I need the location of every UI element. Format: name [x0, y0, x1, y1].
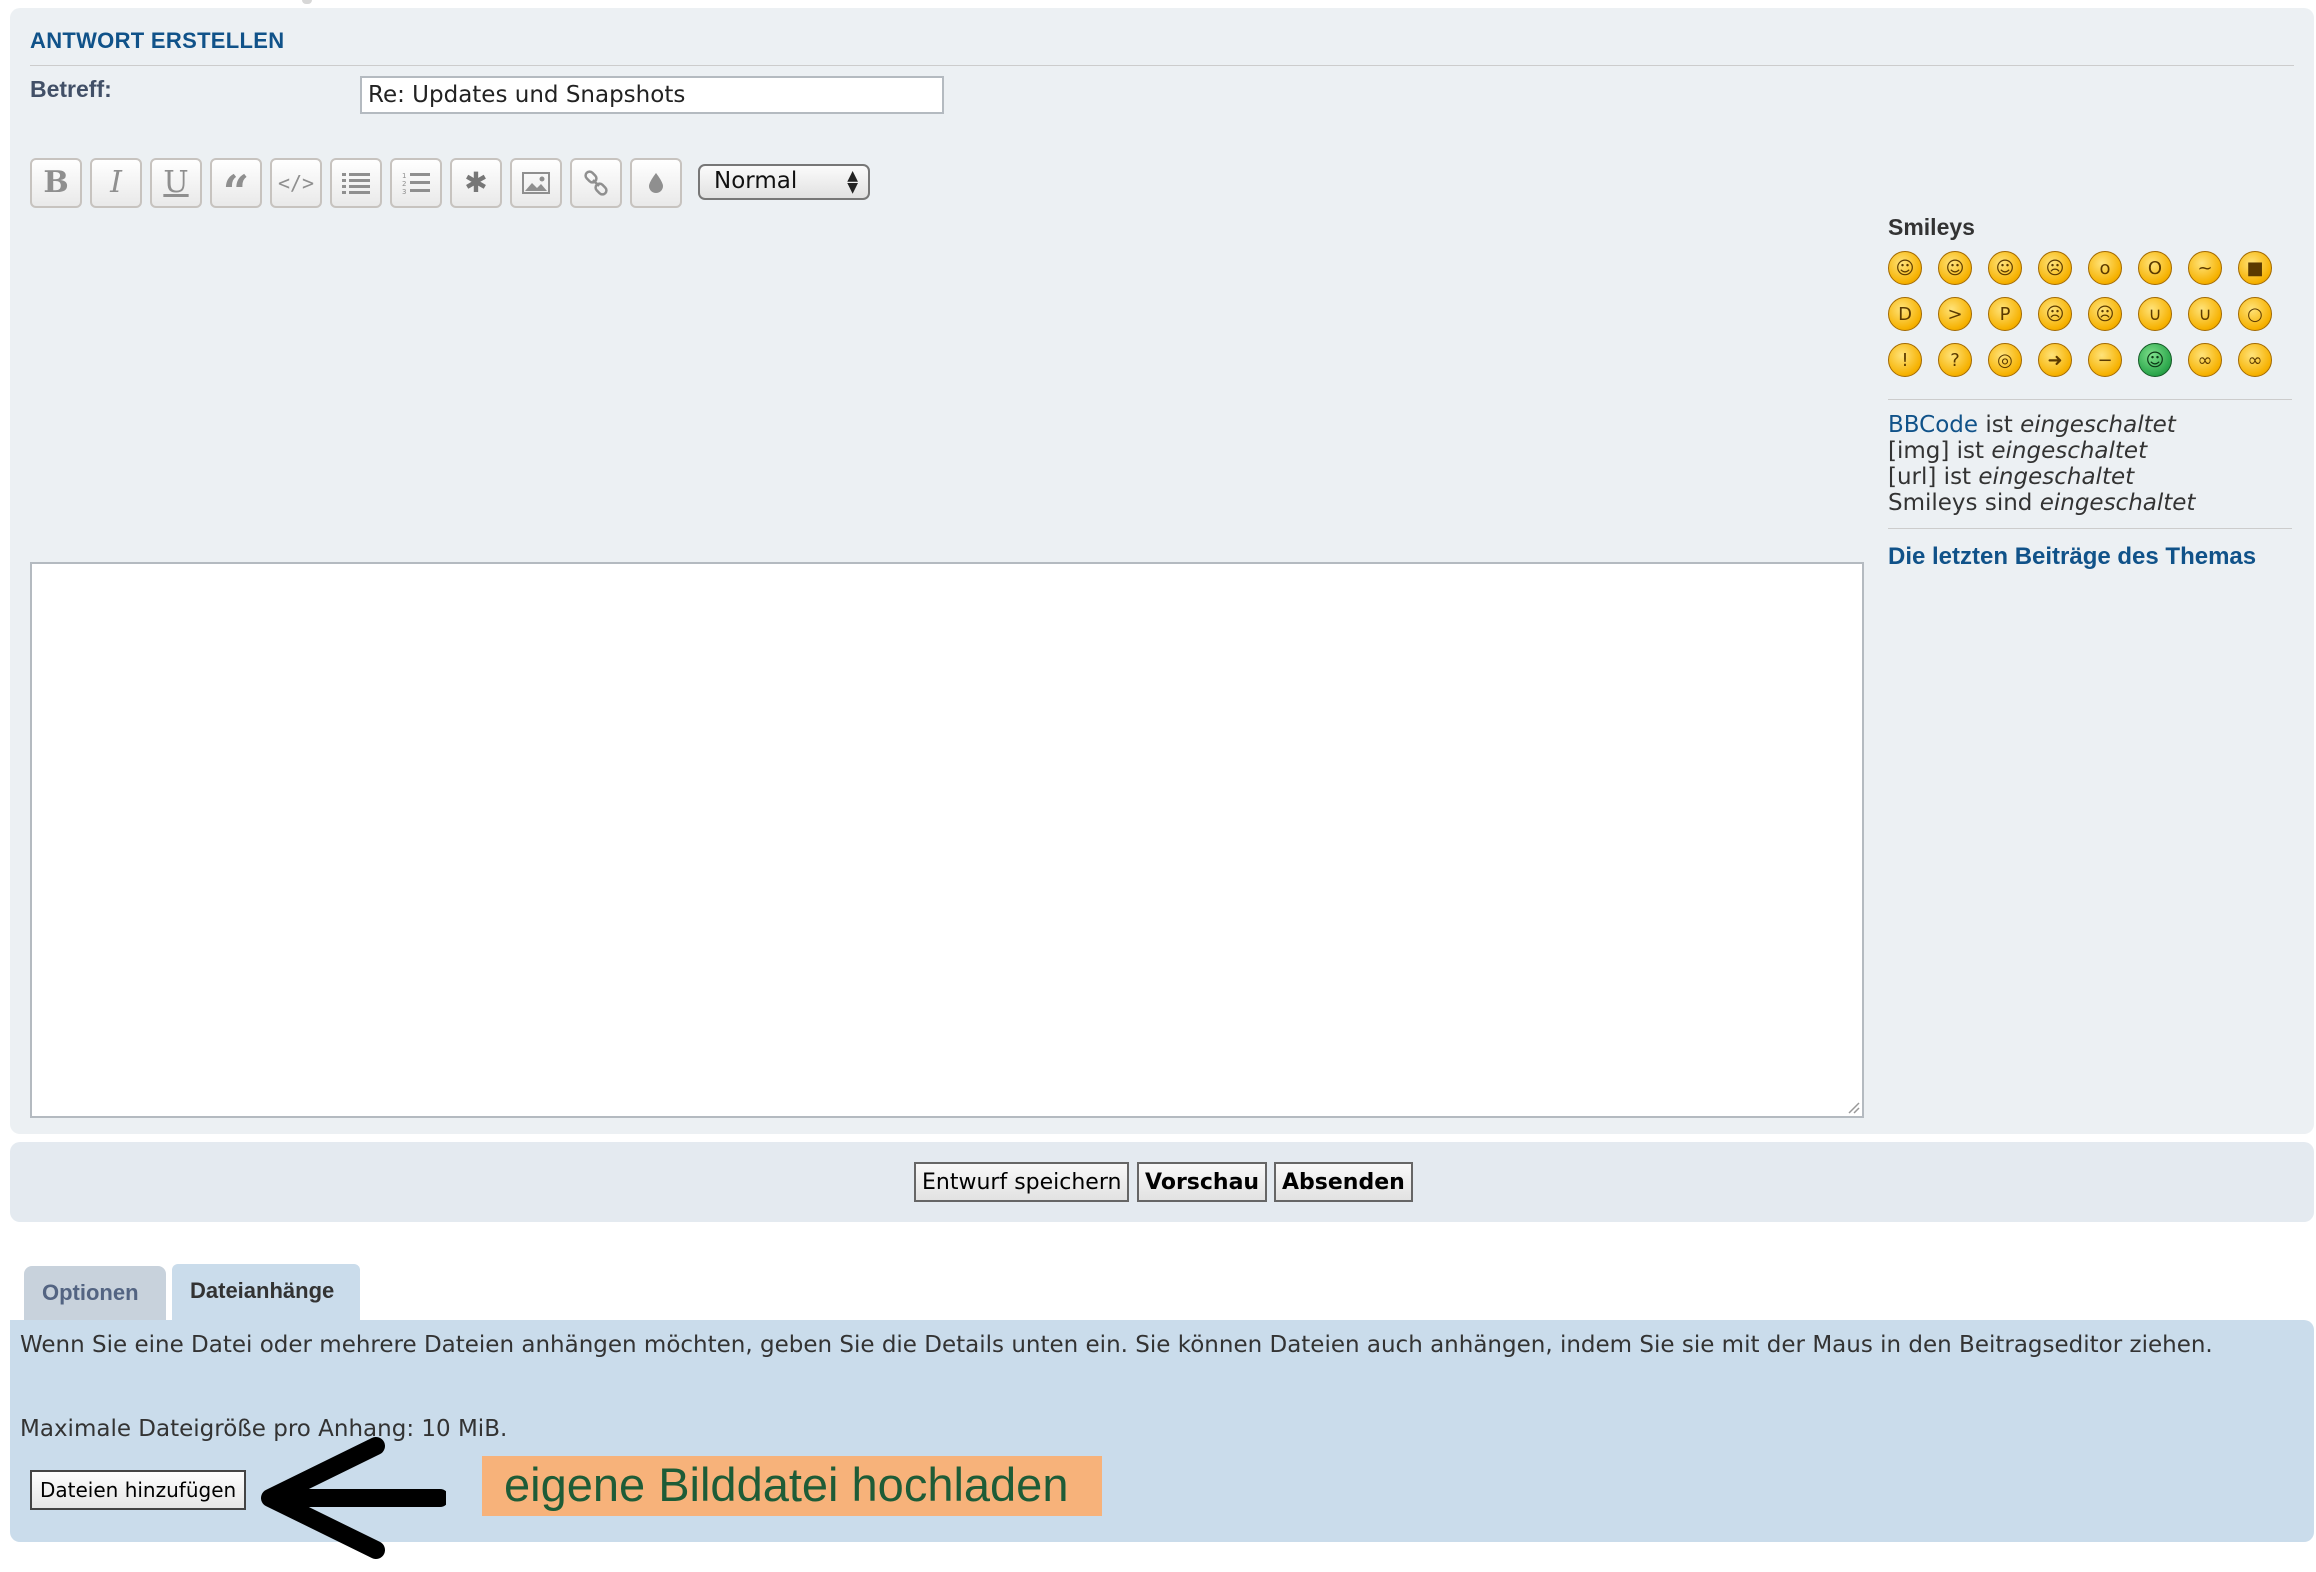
image-icon	[522, 172, 550, 194]
list-icon	[342, 173, 370, 194]
list-item-button[interactable]: ✱	[450, 158, 502, 208]
razz-icon[interactable]: P	[1988, 297, 2022, 331]
img-text: [img] ist	[1888, 438, 1992, 464]
smileys-title: Smileys	[1888, 214, 1975, 240]
img-state: eingeschaltet	[1991, 438, 2148, 464]
sidebar-divider	[1888, 399, 2292, 400]
wink-icon[interactable]: ☺	[1988, 251, 2022, 285]
mad-icon[interactable]: >	[1938, 297, 1972, 331]
cool-icon[interactable]: ■	[2238, 251, 2272, 285]
editor-sidebar: Smileys ☺ ☺ ☺ ☹ o O ~ ■ D > P ☹ ☹ ∪ ∪ ○ …	[1888, 214, 2292, 571]
asterisk-icon: ✱	[464, 166, 488, 199]
attachments-info: Wenn Sie eine Datei oder mehrere Dateien…	[20, 1332, 2213, 1358]
bbcode-link[interactable]: BBCode	[1888, 412, 1978, 438]
smileys-state: eingeschaltet	[2039, 490, 2196, 516]
add-files-button[interactable]: Dateien hinzufügen	[30, 1470, 247, 1510]
rolling-eyes-icon[interactable]: ○	[2238, 297, 2272, 331]
annotation-label: eigene Bilddatei hochladen	[482, 1456, 1102, 1516]
sad-icon[interactable]: ☹	[2038, 251, 2072, 285]
tab-options[interactable]: Optionen	[24, 1266, 166, 1320]
smiley-grid: ☺ ☺ ☺ ☹ o O ~ ■ D > P ☹ ☹ ∪ ∪ ○ ! ? ◎ ➜ …	[1888, 251, 2272, 377]
confused-icon[interactable]: ~	[2188, 251, 2222, 285]
color-button[interactable]	[630, 158, 682, 208]
twisted-evil-icon[interactable]: ∪	[2188, 297, 2222, 331]
link-button[interactable]	[570, 158, 622, 208]
question-icon[interactable]: ?	[1938, 343, 1972, 377]
font-size-select[interactable]: Normal ▲ ▼	[698, 164, 870, 200]
laughing-icon[interactable]: D	[1888, 297, 1922, 331]
uber-geek-icon[interactable]: ∞	[2238, 343, 2272, 377]
underline-button[interactable]: U	[150, 158, 202, 208]
link-icon	[584, 170, 608, 196]
svg-text:2: 2	[402, 180, 406, 188]
green-mrgreen-icon[interactable]: ☺	[2138, 343, 2172, 377]
arrow-annotation-icon	[261, 1437, 446, 1559]
geek-icon[interactable]: ∞	[2188, 343, 2222, 377]
code-button[interactable]: </>	[270, 158, 322, 208]
font-size-value: Normal	[714, 168, 798, 194]
subject-label: Betreff:	[30, 76, 112, 102]
numbered-list-icon: 123	[402, 172, 430, 195]
italic-icon: I	[110, 165, 122, 200]
submit-button[interactable]: Absenden	[1274, 1162, 1413, 1202]
preview-button[interactable]: Vorschau	[1137, 1162, 1268, 1202]
url-state: eingeschaltet	[1978, 464, 2135, 490]
image-button[interactable]	[510, 158, 562, 208]
last-posts-link[interactable]: Die letzten Beiträge des Themas	[1888, 543, 2292, 571]
bbcode-text: ist	[1978, 412, 2021, 438]
neutral-icon[interactable]: −	[2088, 343, 2122, 377]
eek-icon[interactable]: O	[2138, 251, 2172, 285]
surprised-icon[interactable]: o	[2088, 251, 2122, 285]
svg-text:3: 3	[402, 188, 406, 195]
subject-input[interactable]	[360, 76, 944, 114]
numbered-list-button[interactable]: 123	[390, 158, 442, 208]
bold-button[interactable]: B	[30, 158, 82, 208]
underline-icon: U	[163, 165, 189, 200]
svg-text:1: 1	[402, 172, 406, 180]
quote-button[interactable]: “	[210, 158, 262, 215]
url-text: [url] ist	[1888, 464, 1979, 490]
resize-grip-icon[interactable]	[1846, 1100, 1860, 1114]
smile-icon[interactable]: ☺	[1938, 251, 1972, 285]
quote-icon: “	[222, 165, 250, 219]
very-happy-icon[interactable]: ☺	[1888, 251, 1922, 285]
exclamation-icon[interactable]: !	[1888, 343, 1922, 377]
top-edge-mark	[302, 0, 312, 4]
message-textarea[interactable]	[30, 562, 1864, 1118]
select-arrows-icon: ▲ ▼	[847, 168, 858, 196]
idea-icon[interactable]: ◎	[1988, 343, 2022, 377]
evil-icon[interactable]: ∪	[2138, 297, 2172, 331]
arrow-icon[interactable]: ➜	[2038, 343, 2072, 377]
crying-icon[interactable]: ☹	[2088, 297, 2122, 331]
save-draft-button[interactable]: Entwurf speichern	[914, 1162, 1130, 1202]
tab-attachments[interactable]: Dateianhänge	[170, 1262, 362, 1322]
list-button[interactable]	[330, 158, 382, 208]
italic-button[interactable]: I	[90, 158, 142, 208]
drop-icon	[649, 173, 663, 193]
embarrassed-icon[interactable]: ☹	[2038, 297, 2072, 331]
sidebar-divider-2	[1888, 528, 2292, 529]
bold-icon: B	[43, 165, 69, 200]
smileys-text: Smileys sind	[1888, 490, 2040, 516]
code-icon: </>	[277, 171, 315, 195]
section-title: ANTWORT ERSTELLEN	[30, 28, 2294, 66]
bbcode-status: BBCode ist eingeschaltet [img] ist einge…	[1888, 412, 2292, 516]
bbcode-state: eingeschaltet	[2020, 412, 2176, 438]
